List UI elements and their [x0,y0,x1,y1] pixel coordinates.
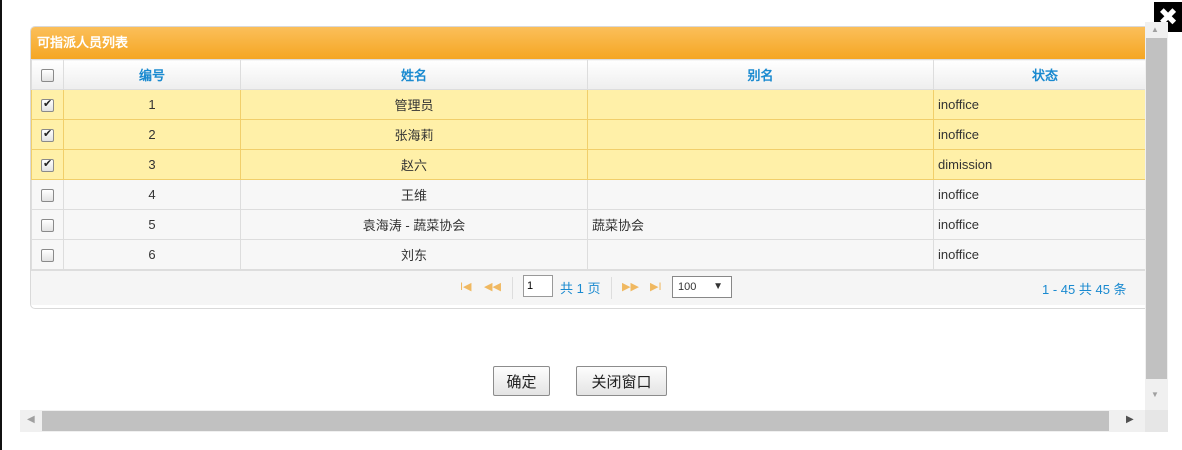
pager-divider [512,277,513,299]
cell-name: 管理员 [240,89,588,120]
cell-status: inoffice [933,119,1156,150]
select-all-checkbox[interactable] [41,69,54,83]
table-row[interactable]: 5 袁海涛 - 蔬菜协会 蔬菜协会 inoffice [31,209,1156,240]
cell-status: inoffice [933,239,1156,270]
cell-name: 王维 [240,179,588,210]
table-header-row: 编号 姓名 别名 状态 [31,59,1156,90]
table-row[interactable]: 2张海莉 inoffice [31,119,1156,150]
row-select-cell[interactable] [31,179,64,210]
cell-id: 3 [63,149,241,180]
row-select-cell[interactable] [31,119,64,150]
row-checkbox[interactable] [41,157,54,173]
table-row[interactable]: 6 刘东 inoffice [31,239,1156,270]
cell-status: inoffice [933,89,1156,120]
cell-name: 赵六 [240,149,588,180]
cell-alias [587,89,934,120]
column-header-name[interactable]: 姓名 [240,59,588,90]
pager-divider [611,277,612,299]
column-header-id[interactable]: 编号 [63,59,241,90]
close-window-button[interactable]: 关闭窗口 [576,366,667,396]
scroll-up-icon[interactable]: ▲ [1151,25,1159,34]
page-size-value: 100 [678,281,697,293]
last-page-icon[interactable]: ▶I [650,280,662,293]
select-all-cell[interactable] [31,59,64,90]
total-pages: 共 1 页 [560,281,601,296]
row-select-cell[interactable] [31,149,64,180]
row-select-cell[interactable] [31,89,64,120]
row-checkbox[interactable] [41,97,54,113]
horizontal-scrollbar[interactable]: ◀ ▶ [20,410,1145,432]
cell-id: 2 [63,119,241,150]
cell-alias: 蔬菜协会 [587,209,934,240]
confirm-button[interactable]: 确定 [493,366,550,396]
next-page-icon[interactable]: ▶▶ [622,280,639,293]
row-checkbox[interactable] [41,127,54,143]
column-header-status[interactable]: 状态 [933,59,1156,90]
row-select-cell[interactable] [31,209,64,240]
table-row[interactable]: 1管理员 inoffice [31,89,1156,120]
scroll-left-icon[interactable]: ◀ [27,414,35,425]
first-page-icon[interactable]: I◀ [460,280,472,293]
cell-alias [587,119,934,150]
cell-id: 4 [63,179,241,210]
cell-id: 1 [63,89,241,120]
scroll-right-icon[interactable]: ▶ [1126,414,1134,425]
cell-name: 张海莉 [240,119,588,150]
cell-id: 6 [63,239,241,270]
page-size-select[interactable]: 100 ▼ [672,276,732,298]
cell-alias [587,179,934,210]
row-checkbox[interactable] [41,249,54,263]
row-checkbox[interactable] [41,219,54,233]
scrollbar-corner [1145,410,1168,432]
cell-status: inoffice [933,209,1156,240]
scroll-down-icon[interactable]: ▼ [1151,390,1159,399]
cell-status: inoffice [933,179,1156,210]
cell-alias [587,149,934,180]
table-row[interactable]: 4 王维 inoffice [31,179,1156,210]
page-number-input[interactable] [523,275,553,297]
prev-page-icon[interactable]: ◀◀ [484,280,501,293]
pagination-bar: I◀ ◀◀ 共 1 页 ▶▶ ▶I 100 ▼ 1 - 45 共 45 条 [31,270,1156,305]
cell-id: 5 [63,209,241,240]
row-checkbox[interactable] [41,189,54,203]
assignee-panel: 可指派人员列表 编号 姓名 别名 状态 1管理员 inoffice 2张海莉 inof… [30,26,1157,309]
panel-header: 可指派人员列表 [31,27,1156,59]
horizontal-scroll-thumb[interactable] [42,411,1109,431]
column-header-alias[interactable]: 别名 [587,59,934,90]
dropdown-arrow-icon: ▼ [713,281,723,292]
vertical-scrollbar[interactable]: ▲ ▼ [1145,22,1168,410]
table-row[interactable]: 3赵六 dimission [31,149,1156,180]
record-count: 1 - 45 共 45 条 [1042,282,1127,297]
cell-alias [587,239,934,270]
assignee-table: 编号 姓名 别名 状态 1管理员 inoffice 2张海莉 inoffice 3赵六 d… [31,59,1156,270]
row-select-cell[interactable] [31,239,64,270]
dialog-content: 可指派人员列表 编号 姓名 别名 状态 1管理员 inoffice 2张海莉 inof… [20,22,1168,432]
cell-status: dimission [933,149,1156,180]
cell-name: 袁海涛 - 蔬菜协会 [240,209,588,240]
vertical-scroll-thumb[interactable] [1146,38,1167,379]
cell-name: 刘东 [240,239,588,270]
panel-title: 可指派人员列表 [37,35,129,50]
window-left-border [0,0,2,450]
